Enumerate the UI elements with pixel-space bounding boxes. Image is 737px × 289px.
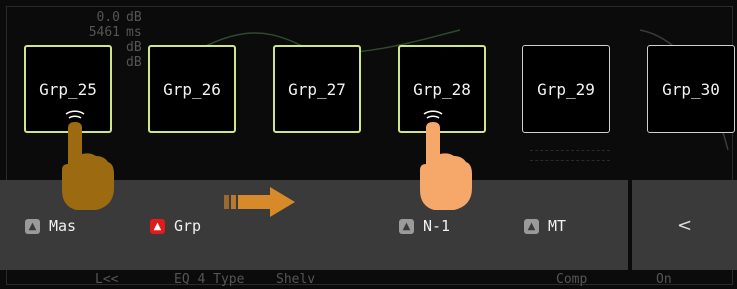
filter-mas[interactable]: ▲ Mas bbox=[25, 217, 76, 235]
bg-label: Shelv bbox=[276, 272, 316, 287]
chevron-up-icon: ▲ bbox=[399, 218, 414, 234]
bg-label: Comp bbox=[556, 272, 588, 287]
background-bottom-row: L<< EQ 4 Type Shelv Comp On bbox=[0, 272, 737, 289]
group-label: Grp_30 bbox=[662, 79, 720, 99]
pointing-hand-icon bbox=[420, 110, 472, 210]
group-label: Grp_27 bbox=[288, 79, 346, 99]
filter-label: N-1 bbox=[423, 217, 451, 235]
group-label: Grp_26 bbox=[163, 79, 221, 99]
group-tile-grp-30[interactable]: Grp_30 bbox=[647, 45, 735, 133]
prev-page-button[interactable]: < bbox=[632, 180, 737, 270]
group-tile-grp-27[interactable]: Grp_27 bbox=[273, 45, 361, 133]
grid-line bbox=[530, 160, 610, 161]
group-label: Grp_28 bbox=[413, 79, 471, 99]
filter-grp[interactable]: ▲ Grp bbox=[150, 217, 201, 235]
pointing-hand-icon bbox=[62, 110, 114, 210]
filter-label: Grp bbox=[174, 217, 202, 235]
chevron-up-icon: ▲ bbox=[25, 218, 40, 234]
filter-label: MT bbox=[548, 217, 567, 235]
chevron-left-icon: < bbox=[676, 214, 693, 236]
chevron-up-icon: ▲ bbox=[524, 218, 539, 234]
group-label: Grp_25 bbox=[39, 79, 97, 99]
group-tile-grp-26[interactable]: Grp_26 bbox=[148, 45, 236, 133]
grid-line bbox=[530, 150, 610, 151]
bg-label: EQ 4 Type bbox=[174, 272, 245, 287]
chevron-up-icon: ▲ bbox=[150, 218, 165, 234]
bg-label: L<< bbox=[95, 272, 119, 287]
filter-label: Mas bbox=[49, 217, 77, 235]
group-label: Grp_29 bbox=[537, 79, 595, 99]
group-tile-grp-29[interactable]: Grp_29 bbox=[522, 45, 610, 133]
bg-label: On bbox=[656, 272, 672, 287]
filter-mt[interactable]: ▲ MT bbox=[524, 217, 566, 235]
filter-n-1[interactable]: ▲ N-1 bbox=[399, 217, 450, 235]
arrow-right-icon bbox=[224, 187, 295, 217]
